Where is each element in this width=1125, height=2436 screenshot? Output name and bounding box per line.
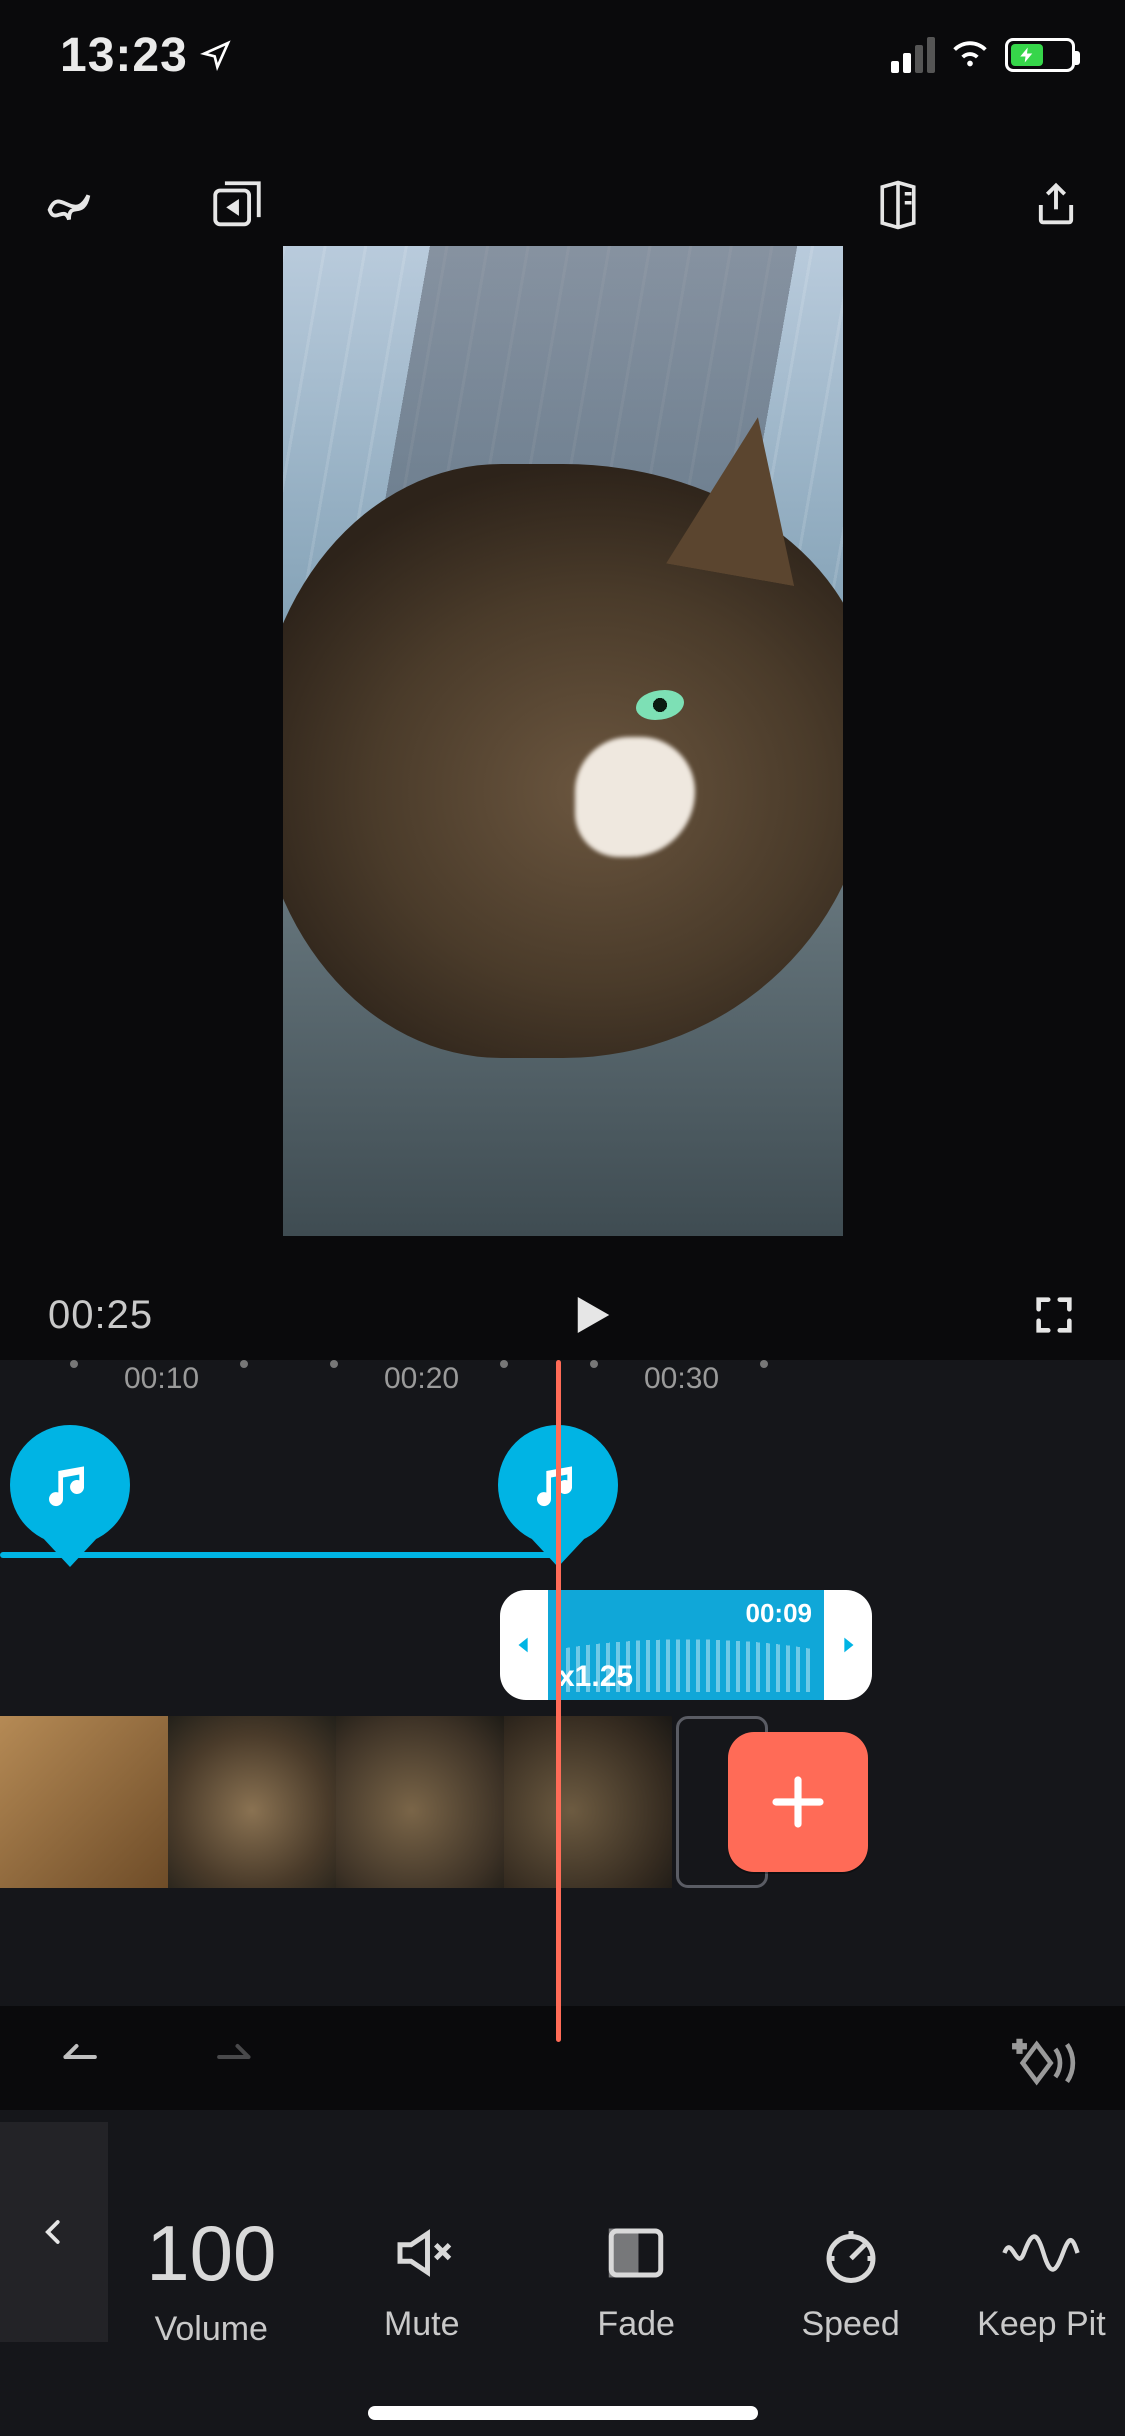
share-icon[interactable] <box>1027 176 1085 234</box>
timeline-ruler[interactable]: 00:10 00:20 00:30 <box>0 1360 1125 1420</box>
video-preview[interactable] <box>283 246 843 1236</box>
clip-trim-left-handle[interactable] <box>500 1590 548 1700</box>
bottom-toolbar: 100 Volume Mute Fade Speed Keep Pit <box>0 2110 1125 2436</box>
projects-library-icon[interactable] <box>208 176 266 234</box>
playhead[interactable] <box>556 1360 561 2042</box>
video-preview-area <box>0 246 1125 1236</box>
fullscreen-icon[interactable] <box>1031 1292 1077 1338</box>
speed-icon <box>812 2219 890 2287</box>
add-clip-button[interactable] <box>728 1732 868 1872</box>
tool-volume[interactable]: 100 Volume <box>108 2110 315 2436</box>
tool-speed[interactable]: Speed <box>743 2110 957 2436</box>
chevron-left-icon <box>39 2210 69 2254</box>
audio-clip-body[interactable]: 00:09 x1.25 <box>548 1590 824 1700</box>
ruler-tick-label: 00:10 <box>124 1362 199 1396</box>
keep-pitch-icon <box>1002 2219 1080 2287</box>
svg-text:+: + <box>1013 2036 1025 2059</box>
status-time: 13:23 <box>60 28 188 83</box>
battery-icon <box>1005 38 1075 72</box>
tool-mute-label: Mute <box>384 2305 460 2344</box>
ruler-tick-label: 00:30 <box>644 1362 719 1396</box>
tool-mute[interactable]: Mute <box>315 2110 529 2436</box>
app-logo-icon[interactable] <box>40 176 98 234</box>
play-button[interactable] <box>562 1285 622 1345</box>
music-note-icon <box>42 1457 98 1513</box>
status-bar: 13:23 <box>0 0 1125 110</box>
wifi-icon <box>949 38 991 72</box>
playback-bar: 00:25 <box>0 1270 1125 1360</box>
video-thumbnail[interactable] <box>0 1716 168 1888</box>
history-row: + <box>0 2010 1125 2110</box>
home-indicator[interactable] <box>368 2406 758 2420</box>
location-icon <box>200 39 232 71</box>
playback-time: 00:25 <box>48 1293 153 1338</box>
music-marker-row <box>0 1420 1125 1590</box>
fade-icon <box>597 2219 675 2287</box>
ruler-tick-label: 00:20 <box>384 1362 459 1396</box>
tutorials-icon[interactable] <box>869 176 927 234</box>
video-thumbnail[interactable] <box>504 1716 672 1888</box>
undo-button[interactable] <box>48 2035 118 2085</box>
timeline[interactable]: 00:10 00:20 00:30 00:09 x1.25 <box>0 1360 1125 2006</box>
tool-speed-label: Speed <box>801 2305 899 2344</box>
add-keyframe-button[interactable]: + <box>1007 2035 1077 2085</box>
video-thumbnail-strip[interactable] <box>0 1716 1125 1888</box>
video-thumbnail[interactable] <box>168 1716 336 1888</box>
redo-button[interactable] <box>198 2035 268 2085</box>
plus-icon <box>765 1769 831 1835</box>
top-toolbar <box>0 150 1125 260</box>
tool-volume-value: 100 <box>146 2214 276 2292</box>
video-thumbnail[interactable] <box>336 1716 504 1888</box>
tool-keep-pitch-label: Keep Pit <box>977 2305 1106 2344</box>
clip-speed: x1.25 <box>558 1660 633 1694</box>
clip-duration: 00:09 <box>746 1598 813 1629</box>
cellular-signal-icon <box>891 37 935 73</box>
tool-volume-label: Volume <box>155 2310 268 2349</box>
toolbar-back-button[interactable] <box>0 2122 108 2342</box>
tool-fade-label: Fade <box>597 2305 675 2344</box>
tool-fade[interactable]: Fade <box>529 2110 743 2436</box>
audio-track-line[interactable] <box>0 1552 560 1558</box>
clip-trim-right-handle[interactable] <box>824 1590 872 1700</box>
mute-icon <box>383 2219 461 2287</box>
music-marker[interactable] <box>10 1425 130 1545</box>
tool-keep-pitch[interactable]: Keep Pit <box>958 2110 1125 2436</box>
